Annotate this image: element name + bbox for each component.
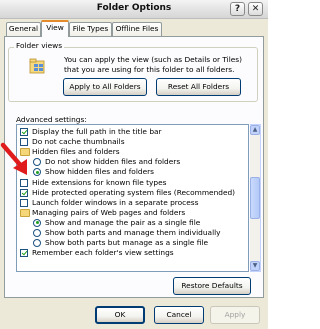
advanced-setting-label: Do not show hidden files and folders (45, 157, 181, 167)
advanced-settings-scrollbar[interactable]: ▲ ▼ (250, 124, 261, 272)
folder-icon (20, 208, 30, 217)
advanced-setting-label: Show hidden files and folders (45, 167, 155, 177)
advanced-setting-item[interactable]: Show both parts but manage as a single f… (17, 238, 248, 248)
close-button[interactable]: ✕ (248, 2, 263, 16)
red-arrow-annotation-icon (0, 142, 27, 175)
advanced-setting-label: Display the full path in the title bar (32, 127, 162, 136)
radio-button[interactable] (33, 229, 41, 237)
folder-views-label: Folder views (14, 41, 65, 50)
advanced-settings-list[interactable]: Display the full path in the title bar Do… (16, 124, 249, 272)
title-bar: Folder Options ? ✕ (0, 0, 268, 19)
cancel-button[interactable]: Cancel (154, 306, 204, 324)
advanced-setting-label: Hidden files and folders (32, 147, 120, 157)
advanced-setting-item[interactable]: Do not cache thumbnails (17, 137, 248, 147)
advanced-setting-item[interactable]: Remember each folder's view settings (17, 248, 248, 258)
advanced-setting-label: Hide extensions for known file types (32, 177, 167, 187)
restore-defaults-button[interactable]: Restore Defaults (173, 277, 251, 295)
radio-button[interactable] (33, 168, 41, 177)
advanced-setting-label: Show both parts but manage as a single f… (45, 238, 209, 248)
tab-view[interactable]: View (41, 20, 69, 37)
advanced-setting-item: Managing pairs of Web pages and folders (17, 207, 248, 218)
window-title: Folder Options (96, 3, 172, 13)
radio-button[interactable] (33, 239, 41, 248)
tab-file-types[interactable]: File Types (69, 22, 112, 36)
checkbox[interactable] (20, 249, 28, 258)
advanced-setting-label: Do not cache thumbnails (32, 137, 125, 147)
folder-views-description: You can apply the view (such as Details … (64, 55, 243, 74)
advanced-setting-item[interactable]: Launch folder windows in a separate proc… (17, 197, 248, 208)
advanced-setting-item[interactable]: Display the full path in the title bar (17, 127, 248, 137)
advanced-setting-item: Hidden files and folders (17, 147, 248, 157)
radio-button[interactable] (33, 158, 41, 167)
advanced-setting-label: Show both parts and manage them individu… (45, 228, 221, 237)
folder-options-window: Folder Options ? ✕ General View File Typ… (0, 0, 268, 329)
ok-button[interactable]: OK (95, 306, 145, 324)
checkbox[interactable] (20, 198, 28, 207)
scrollbar-thumb[interactable] (250, 177, 260, 219)
reset-all-folders-button[interactable]: Reset All Folders (156, 78, 241, 96)
tab-general[interactable]: General (6, 22, 41, 36)
advanced-setting-label: Managing pairs of Web pages and folders (32, 207, 186, 217)
advanced-setting-item[interactable]: Do not show hidden files and folders (17, 157, 248, 167)
scroll-down-arrow-icon[interactable]: ▼ (250, 261, 260, 271)
radio-button[interactable] (33, 218, 41, 227)
checkbox[interactable] (20, 128, 28, 136)
advanced-setting-label: Hide protected operating system files (R… (32, 187, 236, 197)
apply-button[interactable]: Apply (210, 306, 260, 324)
advanced-setting-item[interactable]: Show hidden files and folders (17, 167, 248, 177)
advanced-setting-item[interactable]: Hide protected operating system files (R… (17, 187, 248, 198)
advanced-settings-label: Advanced settings: (16, 115, 87, 124)
advanced-setting-label: Launch folder windows in a separate proc… (32, 197, 199, 207)
advanced-setting-item[interactable]: Show and manage the pair as a single fil… (17, 217, 248, 228)
advanced-setting-label: Remember each folder's view settings (32, 248, 174, 258)
advanced-setting-item[interactable]: Hide extensions for known file types (17, 177, 248, 188)
advanced-setting-item[interactable]: Show both parts and manage them individu… (17, 228, 248, 238)
scroll-up-arrow-icon[interactable]: ▲ (250, 125, 260, 135)
tab-offline-files[interactable]: Offline Files (112, 22, 162, 36)
folder-views-icon (29, 58, 45, 74)
help-button[interactable]: ? (230, 2, 245, 16)
checkbox[interactable] (20, 188, 28, 197)
advanced-setting-label: Show and manage the pair as a single fil… (45, 217, 201, 227)
apply-to-all-folders-button[interactable]: Apply to All Folders (63, 78, 147, 96)
